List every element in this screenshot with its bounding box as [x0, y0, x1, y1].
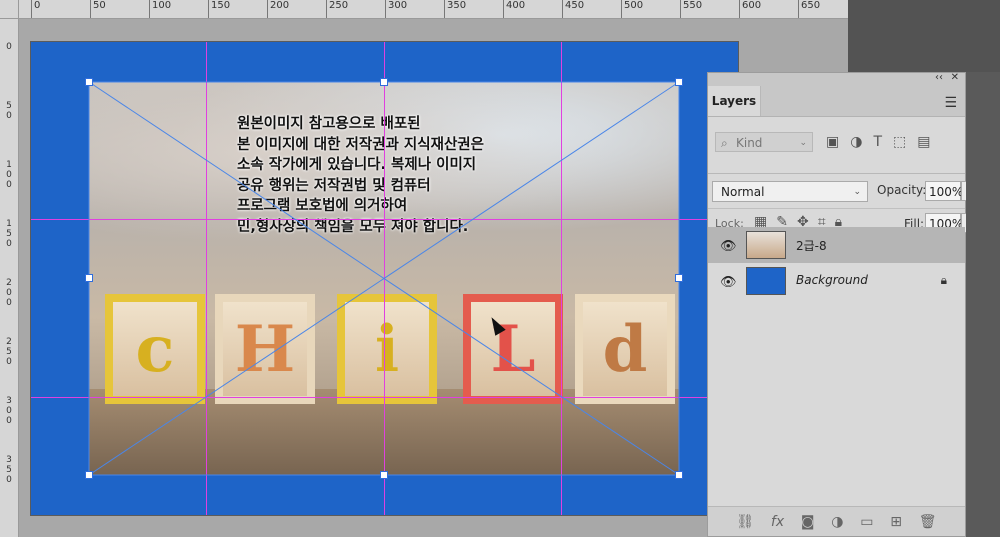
double-chevron-left-icon[interactable]: ‹‹	[935, 72, 943, 83]
smart-object-filter-icon[interactable]: ▤	[917, 134, 930, 150]
panel-dock-scroll-area	[966, 72, 1000, 537]
layer-row-background[interactable]: 👁︎ Background 🔒︎	[708, 263, 965, 299]
blend-row: Normal ⌄ Opacity: 100% ⌄	[708, 174, 978, 208]
search-icon: ⌕	[721, 136, 728, 150]
lock-icon: 🔒︎	[940, 273, 947, 287]
add-mask-icon[interactable]: ◙	[801, 514, 815, 530]
transform-handle-top-right[interactable]	[675, 78, 683, 86]
transform-handle-bottom-left[interactable]	[85, 471, 93, 479]
transform-handle-bottom-right[interactable]	[675, 471, 683, 479]
layers-bottom-toolbar: ⛓ fx ◙ ◑ ▭ ⊞ 🗑︎	[708, 506, 965, 536]
opacity-field[interactable]: 100%	[925, 181, 963, 201]
fx-icon[interactable]: fx	[771, 514, 784, 530]
pixel-layer-filter-icon[interactable]: ▣	[826, 134, 839, 150]
chevron-down-icon: ⌄	[853, 187, 861, 197]
kind-filter-select[interactable]: ⌕ Kind ⌄	[715, 132, 813, 152]
close-icon[interactable]: ✕	[951, 72, 959, 83]
transform-handle-right[interactable]	[675, 274, 683, 282]
shape-layer-filter-icon[interactable]: ⬚	[893, 134, 906, 150]
new-layer-icon[interactable]: ⊞	[890, 514, 902, 530]
layer-name[interactable]: 2급-8	[796, 237, 827, 254]
adjustment-layer-icon[interactable]: ◑	[831, 514, 843, 530]
panel-header-strip: ‹‹ ✕	[708, 72, 965, 86]
type-layer-filter-icon[interactable]: T	[873, 134, 882, 150]
layer-thumbnail	[746, 267, 786, 295]
transform-handle-top-left[interactable]	[85, 78, 93, 86]
blend-mode-select[interactable]: Normal ⌄	[712, 181, 868, 202]
link-layers-icon[interactable]: ⛓	[736, 514, 754, 530]
layer-row-2-8[interactable]: 👁︎ 2급-8	[708, 227, 965, 263]
new-group-folder-icon[interactable]: ▭	[860, 514, 873, 530]
tab-layers[interactable]: Layers	[708, 86, 761, 116]
opacity-label: Opacity:	[877, 183, 927, 197]
layers-panel: ‹‹ ✕ Layers ☰ ⌕ Kind ⌄ ▣ ◑ T ⬚ ▤ Normal …	[707, 72, 978, 537]
layer-name[interactable]: Background	[796, 273, 868, 287]
layer-thumbnail	[746, 231, 786, 259]
blend-mode-value: Normal	[721, 185, 765, 199]
filter-icons: ▣ ◑ T ⬚ ▤	[826, 132, 930, 152]
adjustment-layer-filter-icon[interactable]: ◑	[850, 134, 862, 150]
visibility-eye-icon[interactable]: 👁︎	[720, 275, 737, 290]
visibility-eye-icon[interactable]: 👁︎	[720, 239, 737, 254]
trash-icon[interactable]: 🗑︎	[919, 514, 937, 530]
panel-tab-bar: Layers ☰	[708, 86, 965, 117]
filter-row: ⌕ Kind ⌄ ▣ ◑ T ⬚ ▤	[708, 117, 977, 152]
transform-handle-left[interactable]	[85, 274, 93, 282]
ruler-origin[interactable]	[0, 0, 19, 19]
panel-menu-icon[interactable]: ☰	[944, 95, 957, 111]
chevron-down-icon: ⌄	[799, 138, 807, 148]
kind-placeholder: Kind	[736, 136, 763, 150]
transform-handle-bottom[interactable]	[380, 471, 388, 479]
transform-handle-top[interactable]	[380, 78, 388, 86]
